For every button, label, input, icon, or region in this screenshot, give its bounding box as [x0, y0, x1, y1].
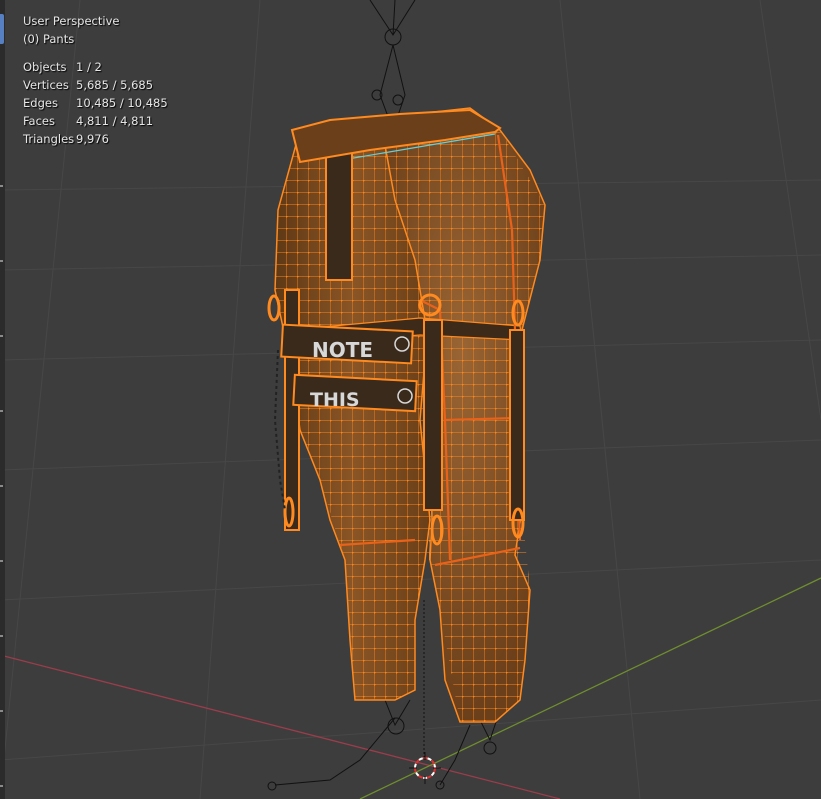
3d-viewport[interactable]: NOTE THIS User Perspective (0) Pants Obj…	[0, 0, 821, 799]
y-axis-line	[359, 577, 821, 799]
viewport-info-overlay: User Perspective (0) Pants Objects 1 / 2…	[23, 12, 168, 148]
toolbar-tick	[0, 635, 3, 637]
strap-this-text: THIS	[310, 389, 360, 411]
strap-note-text: NOTE	[312, 338, 373, 362]
toolbar-tick	[0, 410, 3, 412]
toolbar-tick	[0, 785, 3, 787]
stat-value: 5,685 / 5,685	[76, 78, 154, 92]
toolbar-tick	[0, 260, 3, 262]
toolbar-tick	[0, 710, 3, 712]
stat-row-vertices: Vertices 5,685 / 5,685	[23, 76, 168, 94]
stat-row-objects: Objects 1 / 2	[23, 58, 168, 76]
stat-row-triangles: Triangles 9,976	[23, 130, 168, 148]
stat-value: 4,811 / 4,811	[76, 114, 154, 128]
stat-value: 1 / 2	[76, 60, 102, 74]
statistics-panel: Objects 1 / 2 Vertices 5,685 / 5,685 Edg…	[23, 58, 168, 148]
stat-row-edges: Edges 10,485 / 10,485	[23, 94, 168, 112]
strap-this: THIS	[292, 373, 418, 413]
stat-label: Vertices	[23, 78, 69, 92]
stat-label: Objects	[23, 60, 67, 74]
toolbar-edge	[0, 0, 5, 799]
stat-label: Edges	[23, 96, 58, 110]
stat-label: Faces	[23, 114, 55, 128]
pants-mesh[interactable]: NOTE THIS	[267, 107, 546, 723]
toolbar-tick	[0, 485, 3, 487]
toolbar-tick	[0, 335, 3, 337]
toolbar-tick	[0, 185, 3, 187]
stat-value: 9,976	[76, 132, 109, 146]
stat-value: 10,485 / 10,485	[76, 96, 168, 110]
active-object-name: (0) Pants	[23, 32, 75, 46]
strap-note: NOTE	[280, 323, 414, 365]
view-name: User Perspective	[23, 14, 120, 28]
toolbar-tab[interactable]	[0, 14, 4, 44]
stat-label: Triangles	[23, 132, 75, 146]
toolbar-tick	[0, 560, 3, 562]
stat-row-faces: Faces 4,811 / 4,811	[23, 112, 168, 130]
